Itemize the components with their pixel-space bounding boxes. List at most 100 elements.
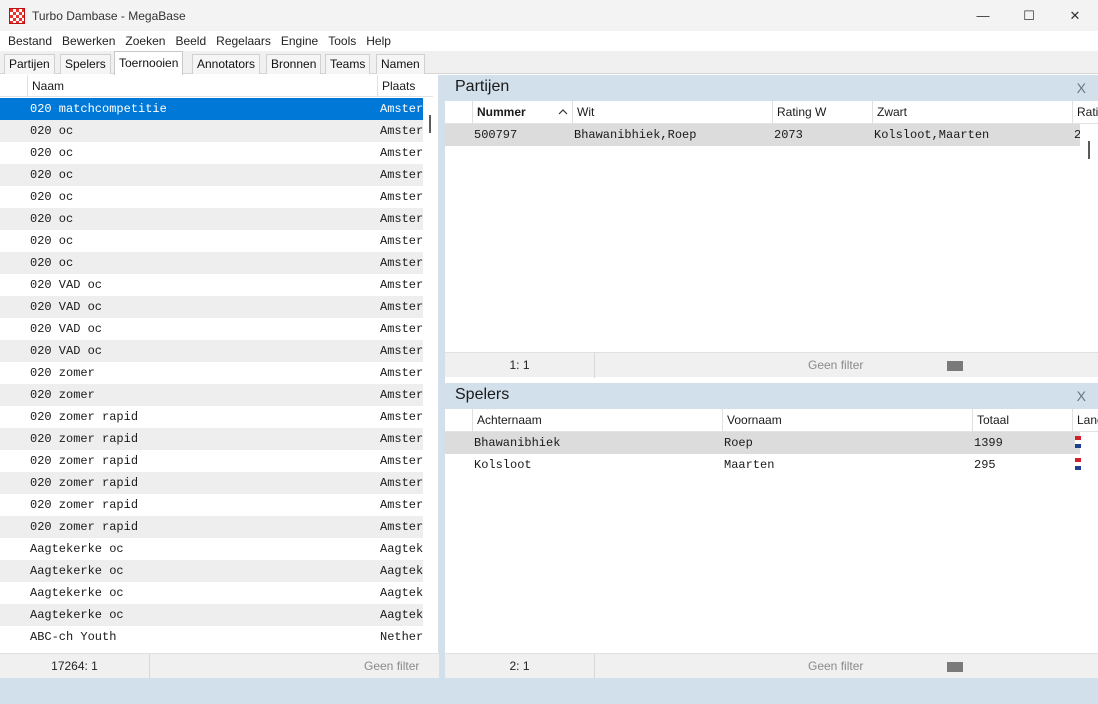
close-window-button[interactable]: ✕ [1052,0,1098,31]
table-row[interactable]: 020 VAD oc Amsterdam [0,296,423,318]
cell-naam: 020 zomer rapid [30,520,139,534]
table-row[interactable]: Aagtekerke oc Aagtekerke [0,538,423,560]
cell-plaats: Amsterdam [380,410,423,424]
column-totaal[interactable]: Totaal [972,409,1072,432]
tournaments-list[interactable]: 020 matchcompetitie Amsterdam 020 oc Amster… [0,98,423,653]
table-row[interactable]: 020 VAD oc Amsterdam [0,274,423,296]
tab-namen[interactable]: Namen [376,54,425,74]
tournaments-scrollbar[interactable] [423,98,433,653]
cell-achternaam: Bhawanibhiek [474,436,561,450]
menu-engine[interactable]: Engine [276,31,323,51]
cell-naam: 020 zomer [30,388,95,402]
tab-teams[interactable]: Teams [325,54,371,74]
column-voornaam[interactable]: Voornaam [722,409,972,432]
cell-naam: Aagtekerke oc [30,564,124,578]
cell-plaats: Amsterdam [380,454,423,468]
cell-voornaam: Maarten [724,458,775,472]
filter-toggle-icon[interactable] [947,361,963,371]
cell-plaats: Amsterdam [380,102,423,116]
tab-partijen[interactable]: Partijen [4,54,55,74]
menu-bar: Bestand Bewerken Zoeken Beeld Regelaars … [0,31,1098,51]
cell-plaats: Amsterdam [380,476,423,490]
column-wit[interactable]: Wit [572,101,772,124]
table-row[interactable]: 020 VAD oc Amsterdam [0,340,423,362]
tab-toernooien[interactable]: Toernooien [114,51,184,75]
menu-bestand[interactable]: Bestand [3,31,57,51]
table-row[interactable]: 020 oc Amsterdam [0,186,423,208]
tournaments-status-bar: 17264: 1 Geen filter [0,653,439,679]
column-rating-w[interactable]: Rating W [772,101,872,124]
menu-regelaars[interactable]: Regelaars [211,31,276,51]
cell-zwart: Kolsloot,Maarten [874,128,990,142]
tournaments-count: 17264: 1 [0,654,150,679]
table-row[interactable]: 020 oc Amsterdam [0,208,423,230]
table-row[interactable]: 020 oc Amsterdam [0,230,423,252]
cell-plaats: Amsterdam [380,256,423,270]
table-row[interactable]: Bhawanibhiek Roep 1399 [445,432,1081,454]
minimize-button[interactable]: — [960,0,1006,31]
spelers-count: 2: 1 [445,654,595,679]
column-plaats[interactable]: Plaats [377,75,433,97]
cell-naam: 020 VAD oc [30,344,103,358]
spelers-status-bar: 2: 1 Geen filter [445,653,1098,679]
partijen-scrollbar[interactable] [1081,124,1098,352]
column-land[interactable]: Land [1072,409,1098,432]
table-row[interactable]: 020 zomer Amsterdam [0,384,423,406]
cell-naam: Aagtekerke oc [30,586,124,600]
cell-nummer: 500797 [474,128,518,142]
cell-plaats: Aagtekerke [380,564,423,578]
tab-spelers[interactable]: Spelers [60,54,111,74]
title-bar: Turbo Dambase - MegaBase — ☐ ✕ [0,0,1098,31]
menu-bewerken[interactable]: Bewerken [57,31,120,51]
cell-rating-w: 2073 [774,128,803,142]
table-row[interactable]: 020 oc Amsterdam [0,164,423,186]
scrollbar-thumb[interactable] [429,115,431,133]
bottom-status-strip [0,678,1098,704]
table-row[interactable]: Kolsloot Maarten 295 [445,454,1081,476]
maximize-button[interactable]: ☐ [1006,0,1052,31]
table-row[interactable]: ABC-ch Youth Netherlands [0,626,423,648]
partijen-panel: Partijen X Nummer Wit Rating W Zwart Rat… [445,75,1098,378]
menu-beeld[interactable]: Beeld [170,31,211,51]
cell-wit: Bhawanibhiek,Roep [574,128,697,142]
table-row[interactable]: 020 oc Amsterdam [0,120,423,142]
column-rating-z[interactable]: Rating Z [1072,101,1098,124]
cell-naam: 020 oc [30,234,74,248]
column-achternaam[interactable]: Achternaam [472,409,722,432]
spelers-panel-close-icon[interactable]: X [1077,388,1086,404]
menu-tools[interactable]: Tools [323,31,361,51]
table-row[interactable]: 020 zomer rapid Amsterdam [0,428,423,450]
table-row[interactable]: 020 oc Amsterdam [0,252,423,274]
tab-annotators[interactable]: Annotators [192,54,261,74]
close-icon: ✕ [1069,7,1081,23]
table-row[interactable]: Aagtekerke oc Aagtekerke [0,604,423,626]
cell-plaats: Amsterdam [380,234,423,248]
scrollbar-thumb[interactable] [1088,141,1090,159]
netherlands-flag-icon [1075,436,1081,450]
table-row[interactable]: 020 zomer rapid Amsterdam [0,494,423,516]
column-nummer[interactable]: Nummer [472,101,572,124]
menu-help[interactable]: Help [361,31,396,51]
app-checkerboard-icon [9,7,25,24]
table-row[interactable]: 020 matchcompetitie Amsterdam [0,98,423,120]
cell-naam: Aagtekerke oc [30,608,124,622]
cell-plaats: Amsterdam [380,212,423,226]
table-row[interactable]: 020 zomer rapid Amsterdam [0,450,423,472]
cell-naam: 020 oc [30,168,74,182]
table-row[interactable]: 020 zomer rapid Amsterdam [0,516,423,538]
table-row[interactable]: 020 zomer rapid Amsterdam [0,472,423,494]
table-row[interactable]: 020 VAD oc Amsterdam [0,318,423,340]
column-naam[interactable]: Naam [27,75,377,97]
filter-toggle-icon[interactable] [947,662,963,672]
column-zwart[interactable]: Zwart [872,101,1072,124]
table-row[interactable]: 020 oc Amsterdam [0,142,423,164]
cell-plaats: Amsterdam [380,520,423,534]
tab-bronnen[interactable]: Bronnen [266,54,322,74]
table-row[interactable]: 020 zomer Amsterdam [0,362,423,384]
menu-zoeken[interactable]: Zoeken [120,31,170,51]
table-row[interactable]: Aagtekerke oc Aagtekerke [0,582,423,604]
table-row[interactable]: Aagtekerke oc Aagtekerke [0,560,423,582]
table-row[interactable]: 500797 Bhawanibhiek,Roep 2073 Kolsloot,M… [445,124,1080,146]
partijen-panel-close-icon[interactable]: X [1077,80,1086,96]
table-row[interactable]: 020 zomer rapid Amsterdam [0,406,423,428]
